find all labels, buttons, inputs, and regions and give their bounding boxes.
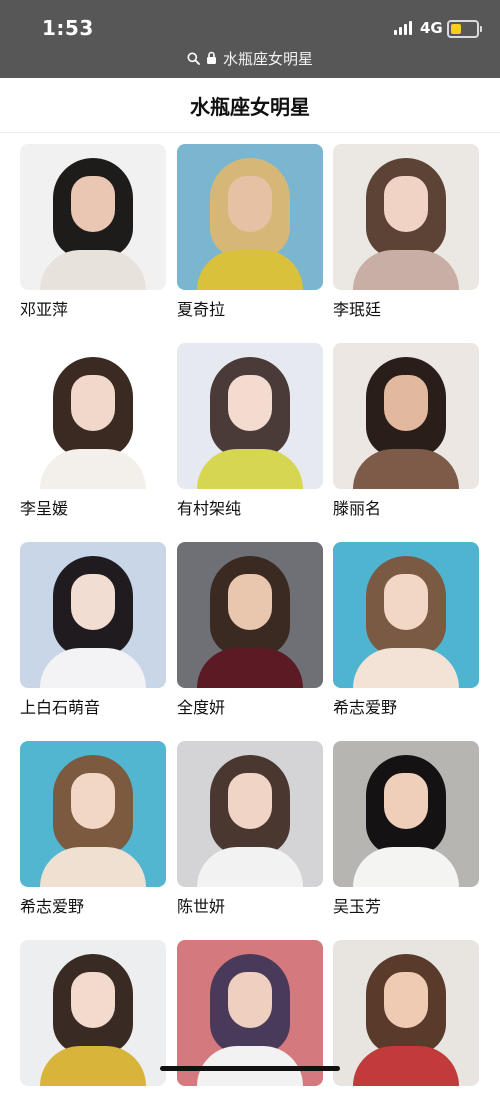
url-text: 水瓶座女明星 bbox=[222, 49, 313, 68]
battery-icon bbox=[447, 20, 482, 38]
celebrity-photo[interactable] bbox=[333, 144, 479, 290]
celebrity-photo[interactable] bbox=[333, 542, 479, 688]
celebrity-card[interactable]: 李呈媛 bbox=[20, 343, 166, 519]
celebrity-card[interactable]: 吴玉芳 bbox=[333, 741, 479, 917]
celebrity-card[interactable]: 滕丽名 bbox=[333, 343, 479, 519]
celebrity-card[interactable]: 陈世妍 bbox=[177, 741, 323, 917]
celebrity-photo[interactable] bbox=[20, 940, 166, 1086]
celebrity-name[interactable]: 有村架纯 bbox=[177, 499, 323, 519]
search-icon bbox=[187, 52, 200, 65]
celebrity-photo[interactable] bbox=[177, 542, 323, 688]
celebrity-name[interactable]: 希志爱野 bbox=[333, 698, 479, 718]
celebrity-card[interactable] bbox=[20, 940, 166, 1116]
celebrity-card[interactable]: 希志爱野 bbox=[333, 542, 479, 718]
celebrity-photo[interactable] bbox=[177, 741, 323, 887]
celebrity-name[interactable]: 李呈媛 bbox=[20, 499, 166, 519]
celebrity-name[interactable]: 李珉廷 bbox=[333, 300, 479, 320]
celebrity-photo[interactable] bbox=[20, 741, 166, 887]
network-label: 4G bbox=[420, 19, 443, 37]
status-area: 1:53 4G 水瓶座女明星 bbox=[0, 0, 500, 78]
celebrity-name[interactable]: 全度妍 bbox=[177, 698, 323, 718]
celebrity-name[interactable]: 上白石萌音 bbox=[20, 698, 166, 718]
page-header: 水瓶座女明星 bbox=[0, 78, 500, 133]
celebrity-photo[interactable] bbox=[20, 343, 166, 489]
celebrity-card[interactable]: 邓亚萍 bbox=[20, 144, 166, 320]
celebrity-name[interactable]: 希志爱野 bbox=[20, 897, 166, 917]
celebrity-photo[interactable] bbox=[20, 144, 166, 290]
home-indicator[interactable] bbox=[160, 1066, 340, 1071]
celebrity-photo[interactable] bbox=[177, 940, 323, 1086]
celebrity-card[interactable] bbox=[333, 940, 479, 1116]
celebrity-card[interactable]: 夏奇拉 bbox=[177, 144, 323, 320]
celebrity-name[interactable]: 陈世妍 bbox=[177, 897, 323, 917]
lock-icon bbox=[206, 51, 217, 65]
celebrity-name[interactable]: 吴玉芳 bbox=[333, 897, 479, 917]
celebrity-card[interactable] bbox=[177, 940, 323, 1116]
celebrity-name[interactable]: 滕丽名 bbox=[333, 499, 479, 519]
celebrity-card[interactable]: 上白石萌音 bbox=[20, 542, 166, 718]
celebrity-photo[interactable] bbox=[333, 741, 479, 887]
url-bar[interactable]: 水瓶座女明星 bbox=[0, 46, 500, 70]
page-title: 水瓶座女明星 bbox=[190, 94, 310, 119]
signal-icon bbox=[394, 21, 414, 35]
celebrity-name[interactable] bbox=[333, 1096, 479, 1116]
celebrity-photo[interactable] bbox=[333, 940, 479, 1086]
status-time: 1:53 bbox=[42, 16, 94, 40]
celebrity-photo[interactable] bbox=[20, 542, 166, 688]
celebrity-photo[interactable] bbox=[333, 343, 479, 489]
celebrity-card[interactable]: 全度妍 bbox=[177, 542, 323, 718]
celebrity-card[interactable]: 希志爱野 bbox=[20, 741, 166, 917]
celebrity-name[interactable]: 邓亚萍 bbox=[20, 300, 166, 320]
celebrity-card[interactable]: 有村架纯 bbox=[177, 343, 323, 519]
celebrity-card[interactable]: 李珉廷 bbox=[333, 144, 479, 320]
celebrity-name[interactable] bbox=[20, 1096, 166, 1116]
celebrity-name[interactable] bbox=[177, 1096, 323, 1116]
celebrity-name[interactable]: 夏奇拉 bbox=[177, 300, 323, 320]
celebrity-photo[interactable] bbox=[177, 343, 323, 489]
celebrity-photo[interactable] bbox=[177, 144, 323, 290]
